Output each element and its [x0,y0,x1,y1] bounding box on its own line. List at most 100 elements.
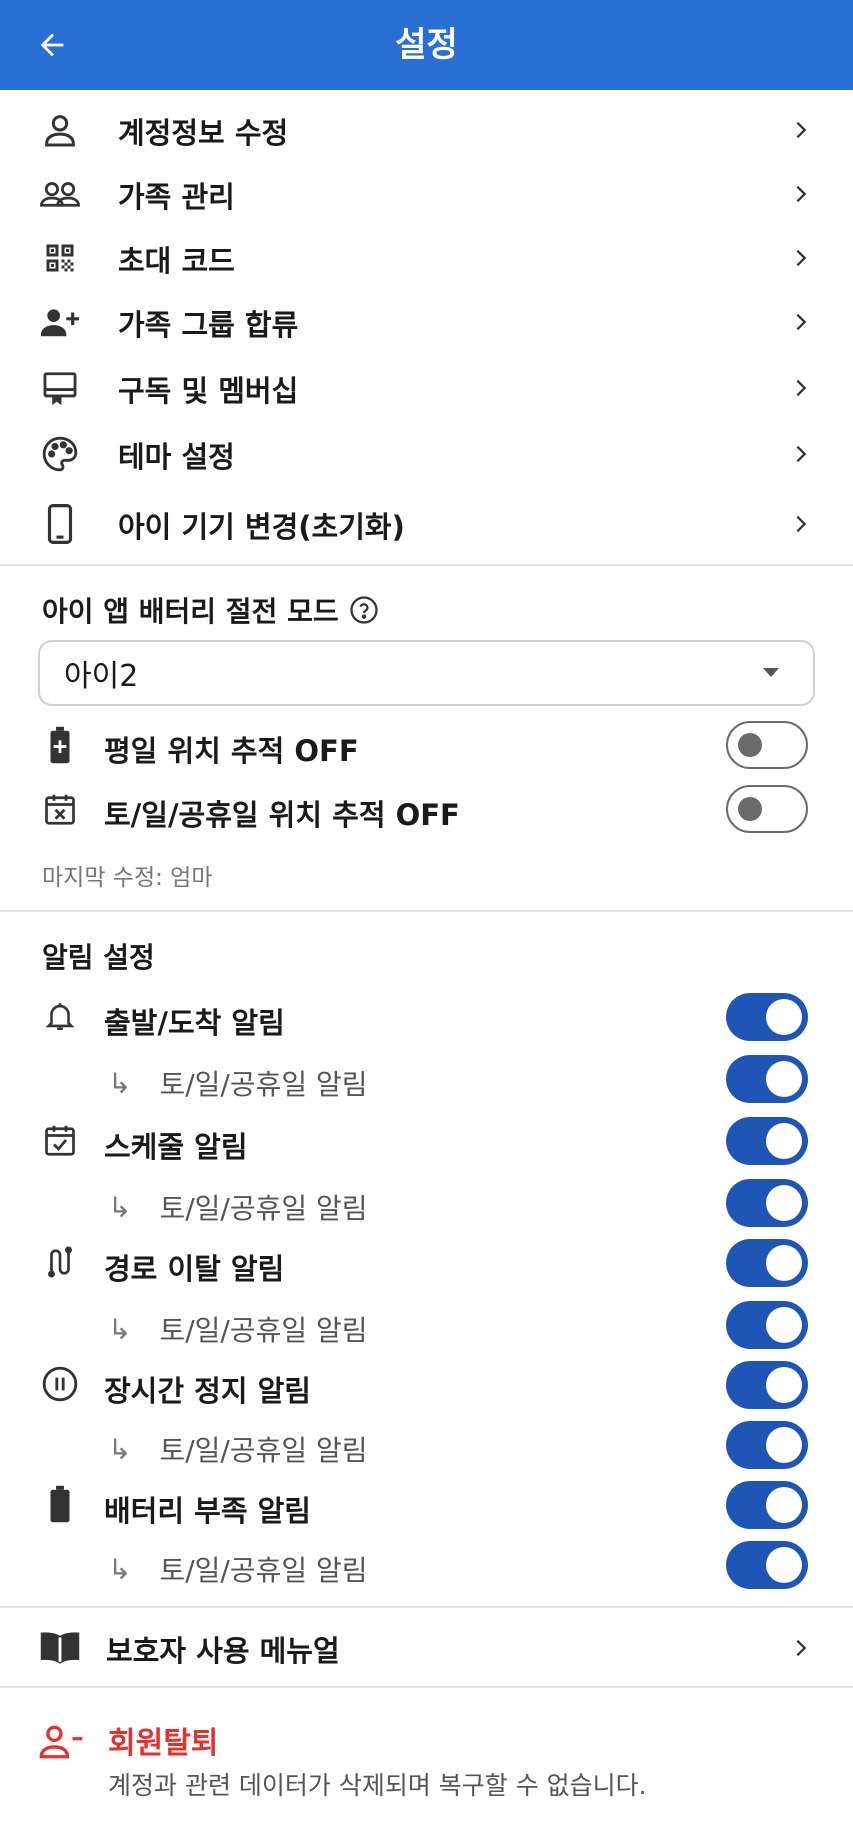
sub-arrow-icon: ↳ [108,1312,132,1346]
section-title-text: 아이 앱 배터리 절전 모드 [42,595,339,628]
notification-row-stop: 장시간 정지 알림 [0,1360,853,1410]
battery-section-title: 아이 앱 배터리 절전 모드 [42,590,379,630]
sub-arrow-icon: ↳ [108,1552,132,1586]
dropdown-caret-icon [763,668,779,677]
menu-item-join-group[interactable]: 가족 그룹 합류 [0,298,853,346]
route-icon [38,1240,82,1284]
calendar-check-icon [38,1118,82,1162]
menu-item-label: 가족 그룹 합류 [118,308,299,342]
notification-sub-row-battery: ↳ 토/일/공휴일 알림 [0,1540,853,1590]
app-header: 설정 [0,0,853,90]
battery-charging-icon [38,723,82,767]
chevron-right-icon [789,1636,813,1660]
divider [0,910,853,912]
notification-sub-row-arrival: ↳ 토/일/공휴일 알림 [0,1054,853,1104]
menu-item-membership[interactable]: 구독 및 멤버십 [0,364,853,412]
toggle-knob [766,1547,802,1583]
notification-sub-row-route: ↳ 토/일/공휴일 알림 [0,1300,853,1350]
person-remove-icon [38,1720,84,1764]
book-icon [38,1626,82,1670]
chevron-right-icon [789,512,813,536]
menu-item-family[interactable]: 가족 관리 [0,170,853,218]
notification-sub-label: 토/일/공휴일 알림 [159,1192,368,1225]
notification-sub-row-schedule: ↳ 토/일/공휴일 알림 [0,1178,853,1228]
person-icon [38,108,82,152]
notification-sub-label: 토/일/공휴일 알림 [159,1554,368,1587]
notification-row-arrival: 출발/도착 알림 [0,992,853,1042]
chevron-right-icon [789,182,813,206]
notification-sub-toggle[interactable] [726,1421,808,1469]
toggle-knob [766,999,802,1035]
notification-sub-toggle[interactable] [726,1055,808,1103]
menu-item-account[interactable]: 계정정보 수정 [0,106,853,154]
menu-item-label: 가족 관리 [118,180,235,214]
qr-code-icon [38,236,82,280]
chevron-right-icon [789,118,813,142]
pause-circle-icon [38,1362,82,1406]
withdraw-description: 계정과 관련 데이터가 삭제되며 복구할 수 없습니다. [108,1771,647,1800]
toggle-knob [766,1185,802,1221]
notification-toggle[interactable] [726,1481,808,1529]
menu-item-label: 아이 기기 변경(초기화) [118,510,405,544]
smartphone-icon [38,502,82,546]
sub-arrow-icon: ↳ [108,1190,132,1224]
notification-toggle[interactable] [726,1239,808,1287]
notification-sub-toggle[interactable] [726,1541,808,1589]
weekday-tracking-row: 평일 위치 추적 OFF [0,720,853,770]
toggle-knob [766,1487,802,1523]
notification-sub-toggle[interactable] [726,1301,808,1349]
notification-toggle[interactable] [726,1361,808,1409]
menu-item-invite-code[interactable]: 초대 코드 [0,234,853,282]
toggle-knob [738,733,762,757]
menu-item-label: 구독 및 멤버십 [118,374,299,408]
notification-row-battery: 배터리 부족 알림 [0,1480,853,1530]
group-icon [38,172,82,216]
menu-item-label: 테마 설정 [118,440,235,474]
notification-label: 출발/도착 알림 [104,1006,285,1040]
menu-item-manual[interactable]: 보호자 사용 메뉴얼 [0,1624,853,1672]
person-add-icon [38,300,82,344]
withdraw-button[interactable]: 회원탈퇴 [108,1718,218,1762]
help-icon[interactable] [349,595,379,625]
toggle-knob [766,1427,802,1463]
notification-sub-toggle[interactable] [726,1179,808,1227]
toggle-knob [766,1061,802,1097]
selected-child-value: 아이2 [64,659,139,694]
section-title-text: 알림 설정 [42,941,155,974]
page-title: 설정 [395,25,458,65]
notification-sub-label: 토/일/공휴일 알림 [159,1434,368,1467]
weekday-tracking-toggle[interactable] [726,721,808,769]
weekend-tracking-label: 토/일/공휴일 위치 추적 OFF [104,798,460,832]
toggle-knob [766,1367,802,1403]
membership-card-icon [38,366,82,410]
menu-item-label: 초대 코드 [118,244,235,278]
toggle-knob [766,1245,802,1281]
calendar-off-icon [38,787,82,831]
notification-row-route: 경로 이탈 알림 [0,1238,853,1288]
chevron-right-icon [789,310,813,334]
palette-icon [38,432,82,476]
weekend-tracking-toggle[interactable] [726,785,808,833]
weekend-tracking-row: 토/일/공휴일 위치 추적 OFF [0,784,853,834]
sub-arrow-icon: ↳ [108,1066,132,1100]
chevron-right-icon [789,246,813,270]
menu-item-label: 계정정보 수정 [118,116,289,150]
notification-label: 경로 이탈 알림 [104,1252,285,1286]
notification-toggle[interactable] [726,993,808,1041]
chevron-right-icon [789,442,813,466]
notification-row-schedule: 스케줄 알림 [0,1116,853,1166]
divider [0,564,853,566]
menu-item-label: 보호자 사용 메뉴얼 [106,1634,340,1668]
notification-sub-row-stop: ↳ 토/일/공휴일 알림 [0,1420,853,1470]
notification-sub-label: 토/일/공휴일 알림 [159,1314,368,1347]
notification-section-title: 알림 설정 [42,936,155,976]
menu-item-child-device[interactable]: 아이 기기 변경(초기화) [0,500,853,548]
chevron-right-icon [789,376,813,400]
notification-toggle[interactable] [726,1117,808,1165]
weekday-tracking-label: 평일 위치 추적 OFF [104,734,359,768]
child-select[interactable]: 아이2 [38,640,815,706]
menu-item-theme[interactable]: 테마 설정 [0,430,853,478]
notification-sub-label: 토/일/공휴일 알림 [159,1068,368,1101]
toggle-knob [766,1123,802,1159]
toggle-knob [738,797,762,821]
